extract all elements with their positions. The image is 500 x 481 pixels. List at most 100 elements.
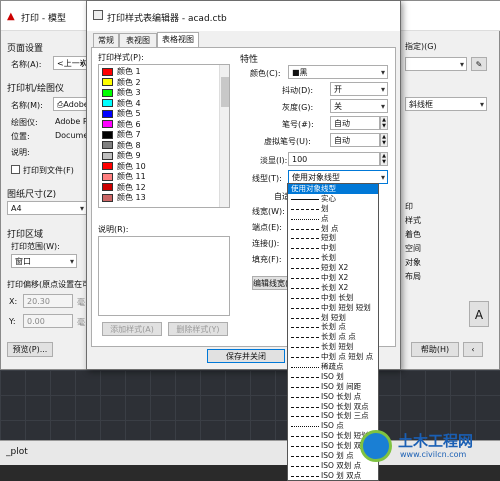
print-styles-items: 颜色 1 颜色 2 颜色 3 颜色 4 颜色 5 颜色 6 颜色 7 颜色 8 颜色 9 颜色 1… bbox=[102, 67, 220, 204]
linetype-option[interactable]: 中划 长划 bbox=[288, 293, 378, 303]
offset-y-input[interactable]: 0.00 bbox=[23, 314, 73, 328]
add-style-button[interactable]: 添加样式(A) bbox=[102, 322, 162, 336]
linetype-option[interactable]: 使用对象线型 bbox=[288, 184, 378, 194]
linetype-option[interactable]: 中划 短划 短划 bbox=[288, 303, 378, 313]
linetype-sample bbox=[291, 456, 319, 458]
color-swatch bbox=[102, 109, 113, 118]
linetype-option[interactable]: 实心 bbox=[288, 194, 378, 204]
linetype-option[interactable]: 划 点 bbox=[288, 224, 378, 234]
print-styles-scrollbar[interactable] bbox=[219, 65, 229, 207]
print-style-label: 颜色 1 bbox=[117, 67, 141, 76]
linetype-option[interactable]: 划 bbox=[288, 204, 378, 214]
linetype-sample bbox=[291, 297, 319, 299]
print-style-item[interactable]: 颜色 2 bbox=[102, 78, 220, 89]
shaded-viewport-select[interactable]: 斜线框 bbox=[405, 97, 487, 111]
print-style-item[interactable]: 颜色 9 bbox=[102, 151, 220, 162]
description-textarea[interactable] bbox=[98, 236, 230, 316]
pen-number-spinner[interactable]: ▲ ▼ bbox=[380, 116, 388, 130]
grayscale-select[interactable]: 关 bbox=[330, 99, 388, 113]
linetype-sample bbox=[291, 446, 319, 448]
help-button[interactable]: 帮助(H) bbox=[411, 342, 459, 357]
print-style-item[interactable]: 颜色 5 bbox=[102, 109, 220, 120]
description-label: 说明: bbox=[11, 148, 30, 157]
linetype-option-label: ISO 点 bbox=[321, 421, 344, 431]
color-select[interactable]: ■黑 bbox=[288, 65, 388, 79]
linetype-option-label: 长划 点 点 bbox=[321, 332, 356, 342]
linetype-sample bbox=[291, 376, 319, 378]
linetype-option[interactable]: ISO 长划 三点 bbox=[288, 411, 378, 421]
linetype-option-label: 长划 短划 bbox=[321, 342, 354, 352]
print-style-item[interactable]: 颜色 11 bbox=[102, 172, 220, 183]
print-style-item[interactable]: 颜色 10 bbox=[102, 162, 220, 173]
paper-size-select[interactable]: A4 bbox=[7, 201, 87, 215]
plot-range-select[interactable]: 窗口 bbox=[11, 254, 77, 268]
virtual-pen-input[interactable]: 自动 bbox=[330, 133, 380, 147]
delete-style-button[interactable]: 删除样式(Y) bbox=[168, 322, 228, 336]
linetype-option[interactable]: 点 bbox=[288, 214, 378, 224]
preview-button[interactable]: 预览(P)... bbox=[7, 342, 53, 357]
linetype-option[interactable]: 短划 bbox=[288, 233, 378, 243]
print-style-item[interactable]: 颜色 13 bbox=[102, 193, 220, 204]
specify-label: 指定)(G) bbox=[405, 42, 437, 51]
dither-select[interactable]: 开 bbox=[330, 82, 388, 96]
scrollbar-thumb[interactable] bbox=[221, 77, 229, 107]
tab-table-view[interactable]: 表视图 bbox=[119, 33, 157, 47]
linetype-option-label: 长划 bbox=[321, 253, 336, 263]
linetype-option[interactable]: ISO 划 bbox=[288, 372, 378, 382]
linetype-option[interactable]: 中划 bbox=[288, 243, 378, 253]
linetype-option[interactable]: 长划 点 点 bbox=[288, 332, 378, 342]
print-style-item[interactable]: 颜色 12 bbox=[102, 183, 220, 194]
plotter-value: Adobe PD bbox=[55, 117, 87, 126]
plot-style-select[interactable] bbox=[405, 57, 467, 71]
linetype-option[interactable]: ISO 长划 点 bbox=[288, 392, 378, 402]
linetype-option[interactable]: ISO 划 间距 bbox=[288, 382, 378, 392]
linetype-option[interactable]: 长划 短划 bbox=[288, 342, 378, 352]
linetype-option[interactable]: 长划 X2 bbox=[288, 283, 378, 293]
color-swatch bbox=[102, 78, 113, 86]
linetype-option[interactable]: 稀疏点 bbox=[288, 362, 378, 372]
linetype-option-label: 短划 X2 bbox=[321, 263, 349, 273]
edit-plot-style-button[interactable]: ✎ bbox=[471, 57, 487, 71]
offset-x-label: X: bbox=[9, 297, 18, 306]
print-styles-list[interactable]: 颜色 1 颜色 2 颜色 3 颜色 4 颜色 5 颜色 6 颜色 7 颜色 8 颜色 9 颜色 1… bbox=[98, 64, 230, 208]
virtual-pen-spinner[interactable]: ▲ ▼ bbox=[380, 133, 388, 147]
print-style-item[interactable]: 颜色 7 bbox=[102, 130, 220, 141]
linetype-select[interactable]: 使用对象线型 bbox=[288, 170, 388, 184]
linetype-option-label: ISO 划 bbox=[321, 371, 344, 381]
linetype-sample bbox=[291, 258, 319, 260]
printer-name-select[interactable]: ⎙Adobe bbox=[53, 97, 89, 111]
linetype-option[interactable]: ISO 长划 双点 bbox=[288, 402, 378, 412]
print-style-item[interactable]: 颜色 6 bbox=[102, 120, 220, 131]
linetype-option[interactable]: 长划 bbox=[288, 253, 378, 263]
linetype-option-label: 点 bbox=[321, 213, 329, 223]
linetype-option[interactable]: 划 短划 bbox=[288, 313, 378, 323]
page-setup-name-select[interactable]: <上一次 bbox=[53, 56, 88, 70]
save-and-close-button[interactable]: 保存并关闭 bbox=[207, 349, 285, 363]
linetype-option-label: 划 点 bbox=[321, 223, 339, 233]
print-to-file-checkbox[interactable] bbox=[11, 165, 20, 174]
print-style-item[interactable]: 颜色 4 bbox=[102, 99, 220, 110]
linetype-option-label: 划 bbox=[321, 203, 329, 213]
print-style-label: 颜色 11 bbox=[117, 172, 146, 181]
color-swatch bbox=[102, 88, 113, 97]
location-label: 位置: bbox=[11, 132, 30, 141]
print-style-item[interactable]: 颜色 8 bbox=[102, 141, 220, 152]
tab-form-view[interactable]: 表格视图 bbox=[157, 32, 199, 47]
linetype-option[interactable]: 中划 X2 bbox=[288, 273, 378, 283]
screening-spinner[interactable]: ▲ ▼ bbox=[380, 152, 388, 166]
linetype-option[interactable]: 中划 点 短划 点 bbox=[288, 352, 378, 362]
tab-general[interactable]: 常规 bbox=[93, 33, 119, 47]
print-style-item[interactable]: 颜色 1 bbox=[102, 67, 220, 78]
print-style-label: 颜色 10 bbox=[117, 161, 146, 171]
properties-label: 特性 bbox=[240, 55, 259, 65]
offset-x-input[interactable]: 20.30 bbox=[23, 294, 73, 308]
pen-number-input[interactable]: 自动 bbox=[330, 116, 380, 130]
linetype-option[interactable]: 短划 X2 bbox=[288, 263, 378, 273]
right-option-6: 布局 bbox=[405, 272, 421, 281]
print-style-item[interactable]: 颜色 3 bbox=[102, 88, 220, 99]
linetype-option[interactable]: ISO 划 双点 bbox=[288, 471, 378, 480]
print-style-label: 颜色 4 bbox=[117, 98, 141, 108]
collapse-button[interactable]: ‹ bbox=[463, 342, 483, 357]
linetype-option[interactable]: 长划 点 bbox=[288, 322, 378, 332]
screening-input[interactable]: 100 bbox=[288, 152, 380, 166]
